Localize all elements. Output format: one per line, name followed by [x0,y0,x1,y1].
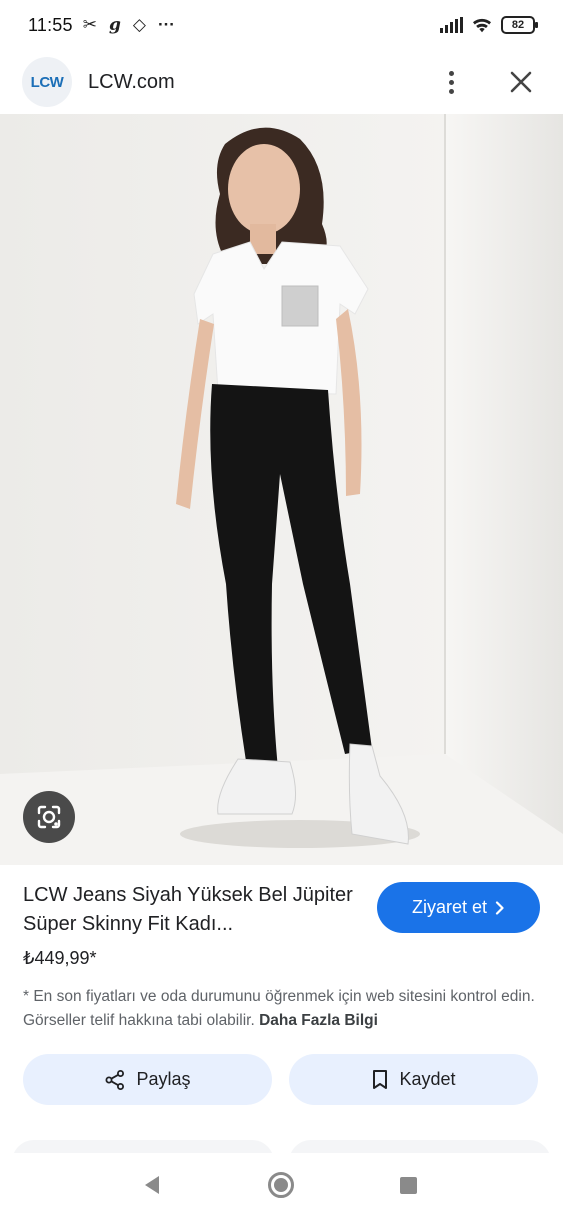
lens-search-button[interactable] [23,791,75,843]
g-icon: g [108,15,121,35]
recents-icon[interactable] [400,1177,417,1194]
share-button-label: Paylaş [136,1069,191,1089]
site-name[interactable]: LCW.com [88,71,175,94]
system-nav-bar [0,1153,563,1219]
system-icons: 82 [440,16,538,34]
battery-icon: 82 [501,16,538,34]
source-header: LCW LCW.com [0,50,563,114]
more-options-icon[interactable] [431,62,471,102]
more-dots-icon: ··· [157,15,175,34]
signal-icon [440,17,463,33]
save-button-label: Kaydet [399,1069,456,1089]
home-icon[interactable] [268,1172,294,1198]
notification-icons: ✂ g ◇ ··· [83,15,175,35]
product-image[interactable] [0,114,563,865]
site-logo[interactable]: LCW [22,57,72,107]
share-icon [105,1069,125,1090]
close-icon [510,71,532,93]
more-info-link[interactable]: Daha Fazla Bilgi [259,1012,378,1029]
bookmark-outline-icon [373,1069,388,1089]
save-button[interactable]: Kaydet [289,1054,538,1105]
cut-icon: ✂ [82,15,97,34]
product-price: ₺449,99* [23,948,97,968]
visit-button-label: Ziyaret et [411,897,488,917]
visit-button[interactable]: Ziyaret et [377,882,540,933]
wifi-icon [473,18,491,33]
status-time: 11:55 [28,14,73,35]
chevron-right-icon [495,900,504,915]
bookmark-icon: ◇ [132,15,146,34]
close-button[interactable] [501,62,541,102]
price-disclaimer: * En son fiyatları ve oda durumunu öğren… [23,985,543,1033]
battery-level: 82 [511,19,525,31]
share-button[interactable]: Paylaş [23,1054,272,1105]
lens-icon [37,805,61,829]
site-logo-text: LCW [30,73,64,91]
product-photo [0,114,563,865]
product-title[interactable]: LCW Jeans Siyah Yüksek Bel Jüpiter Süper… [23,881,363,939]
status-bar: 11:55 ✂ g ◇ ··· 82 [0,0,563,50]
back-icon[interactable] [143,1175,161,1195]
